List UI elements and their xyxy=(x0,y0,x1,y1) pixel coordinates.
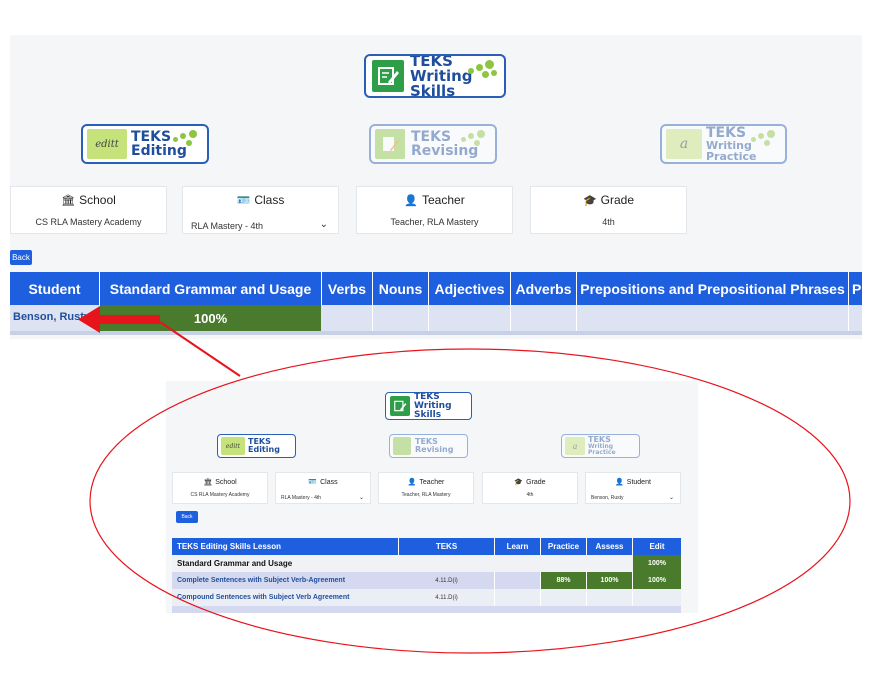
annotation-arrow-shaft xyxy=(98,315,160,324)
annotation-arrow-head xyxy=(78,306,100,333)
annotation-pointer-line xyxy=(159,321,241,377)
annotation-overlay xyxy=(78,306,851,654)
annotation-ellipse xyxy=(89,348,851,654)
